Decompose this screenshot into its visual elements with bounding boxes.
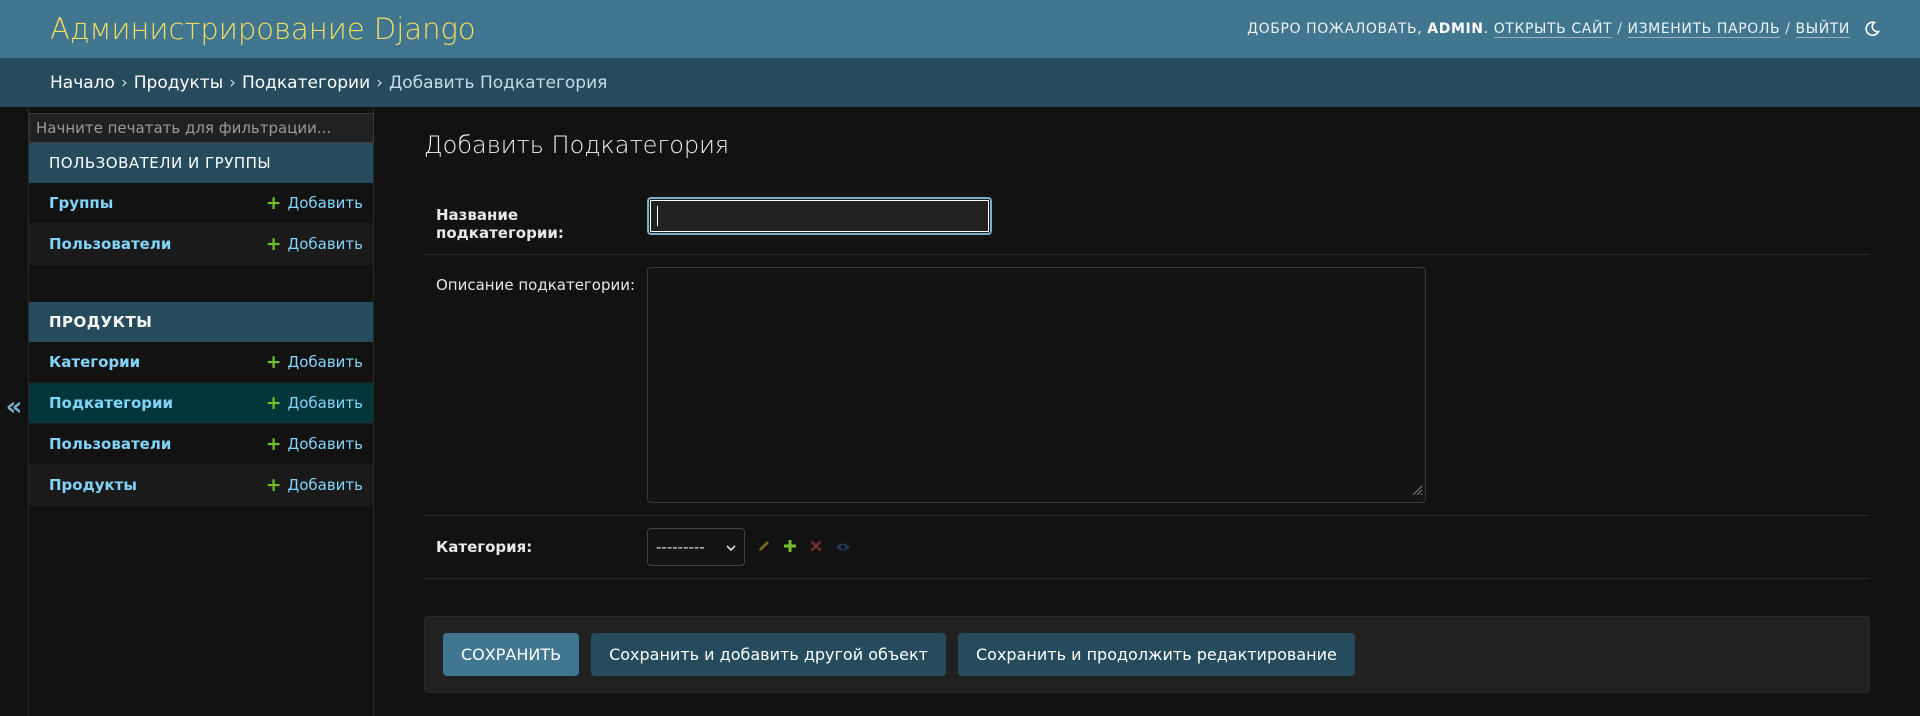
plus-icon: +: [265, 350, 282, 373]
add-link-label: Добавить: [287, 476, 363, 494]
change-password-link[interactable]: Изменить пароль: [1627, 21, 1781, 38]
resize-grip-icon[interactable]: [1411, 481, 1423, 500]
username: admin: [1427, 21, 1484, 37]
sidebar-item-groups[interactable]: Группы + Добавить: [29, 183, 373, 224]
description-textarea[interactable]: [647, 267, 1426, 503]
category-label: Категория:: [436, 538, 533, 556]
sidebar-item-label[interactable]: Группы: [49, 194, 113, 212]
sidebar-item-categories[interactable]: Категории + Добавить: [29, 342, 373, 383]
period: .: [1483, 21, 1489, 37]
breadcrumb: Начало › Продукты › Подкатегории › Добав…: [0, 58, 1920, 107]
logout-link[interactable]: Выйти: [1795, 21, 1850, 38]
add-link[interactable]: + Добавить: [265, 191, 363, 214]
module-caption[interactable]: Продукты: [29, 302, 373, 342]
module-caption[interactable]: Пользователи и группы: [29, 143, 373, 183]
pencil-icon[interactable]: [757, 538, 771, 557]
sidebar-item-label[interactable]: Пользователи: [49, 235, 171, 253]
add-link-label: Добавить: [287, 435, 363, 453]
sidebar-item-label[interactable]: Подкатегории: [49, 394, 173, 412]
plus-icon: +: [265, 432, 282, 455]
welcome-text: Добро пожаловать,: [1247, 21, 1423, 37]
save-continue-button[interactable]: Сохранить и продолжить редактирование: [958, 633, 1355, 676]
sidebar-toggle-button[interactable]: «: [0, 107, 29, 716]
open-site-link[interactable]: Открыть сайт: [1493, 21, 1613, 38]
sidebar-item-products[interactable]: Продукты + Добавить: [29, 465, 373, 506]
breadcrumb-separator: ›: [120, 72, 128, 93]
plus-icon: +: [265, 473, 282, 496]
add-link-label: Добавить: [287, 235, 363, 253]
chevron-down-icon: [726, 538, 736, 556]
nav-filter-input[interactable]: Начните печатать для фильтрации...: [29, 113, 374, 143]
text-cursor: [657, 206, 658, 226]
add-link[interactable]: + Добавить: [265, 350, 363, 373]
page-title: Добавить Подкатегория: [424, 131, 730, 159]
breadcrumb-separator: ›: [229, 72, 236, 93]
add-link[interactable]: + Добавить: [265, 432, 363, 455]
related-widget-icons: [757, 538, 851, 557]
description-label: Описание подкатегории:: [436, 276, 636, 294]
user-tools: Добро пожаловать, admin . Открыть сайт /…: [1247, 21, 1880, 38]
category-widget: ---------: [647, 528, 851, 566]
delete-related-icon[interactable]: [809, 538, 823, 557]
plus-icon: +: [265, 391, 282, 414]
sidebar-item-label[interactable]: Пользователи: [49, 435, 171, 453]
separator: /: [1785, 21, 1791, 37]
submit-row: Сохранить Сохранить и добавить другой об…: [424, 616, 1870, 693]
breadcrumb-subcategories[interactable]: Подкатегории: [242, 73, 370, 93]
eye-icon[interactable]: [835, 538, 851, 557]
form-row-description: Описание подкатегории:: [424, 255, 1870, 516]
add-link-label: Добавить: [287, 394, 363, 412]
save-add-another-button[interactable]: Сохранить и добавить другой объект: [591, 633, 946, 676]
name-input[interactable]: [647, 197, 992, 235]
breadcrumb-current: Добавить Подкатегория: [388, 72, 608, 93]
module-users-groups: Пользователи и группы Группы + Добавить …: [29, 143, 373, 265]
name-label: Название подкатегории:: [436, 206, 564, 242]
category-selected-value: ---------: [656, 538, 705, 556]
sidebar-item-label[interactable]: Категории: [49, 353, 140, 371]
plus-icon: +: [265, 232, 282, 255]
breadcrumb-separator: ›: [376, 72, 383, 93]
sidebar: Начните печатать для фильтрации... Польз…: [29, 107, 374, 716]
add-link-label: Добавить: [287, 353, 363, 371]
add-link[interactable]: + Добавить: [265, 391, 363, 414]
content: Добавить Подкатегория Название подкатего…: [374, 107, 1920, 716]
form-row-category: Категория: ---------: [424, 516, 1870, 579]
site-brand[interactable]: Администрирование Django: [50, 12, 476, 46]
header: Администрирование Django Добро пожаловат…: [0, 0, 1920, 58]
category-select[interactable]: ---------: [647, 528, 745, 566]
add-link[interactable]: + Добавить: [265, 232, 363, 255]
sidebar-item-users[interactable]: Пользователи + Добавить: [29, 224, 373, 265]
sidebar-item-label[interactable]: Продукты: [49, 476, 137, 494]
sidebar-item-subcategories[interactable]: Подкатегории + Добавить: [29, 383, 373, 424]
add-link-label: Добавить: [287, 194, 363, 212]
add-link[interactable]: + Добавить: [265, 473, 363, 496]
sidebar-item-product-users[interactable]: Пользователи + Добавить: [29, 424, 373, 465]
save-button[interactable]: Сохранить: [443, 633, 580, 676]
double-chevron-left-icon: «: [5, 391, 23, 422]
plus-icon: +: [265, 191, 282, 214]
module-products: Продукты Категории + Добавить Подкатегор…: [29, 302, 373, 506]
form-row-name: Название подкатегории:: [424, 185, 1870, 255]
separator: /: [1617, 21, 1623, 37]
main-area: « Начните печатать для фильтрации... Пол…: [0, 107, 1920, 716]
moon-icon[interactable]: [1864, 21, 1880, 37]
breadcrumb-home[interactable]: Начало: [50, 73, 115, 93]
module-gap: [29, 265, 373, 302]
breadcrumb-products[interactable]: Продукты: [134, 73, 223, 93]
add-related-icon[interactable]: [783, 538, 797, 557]
